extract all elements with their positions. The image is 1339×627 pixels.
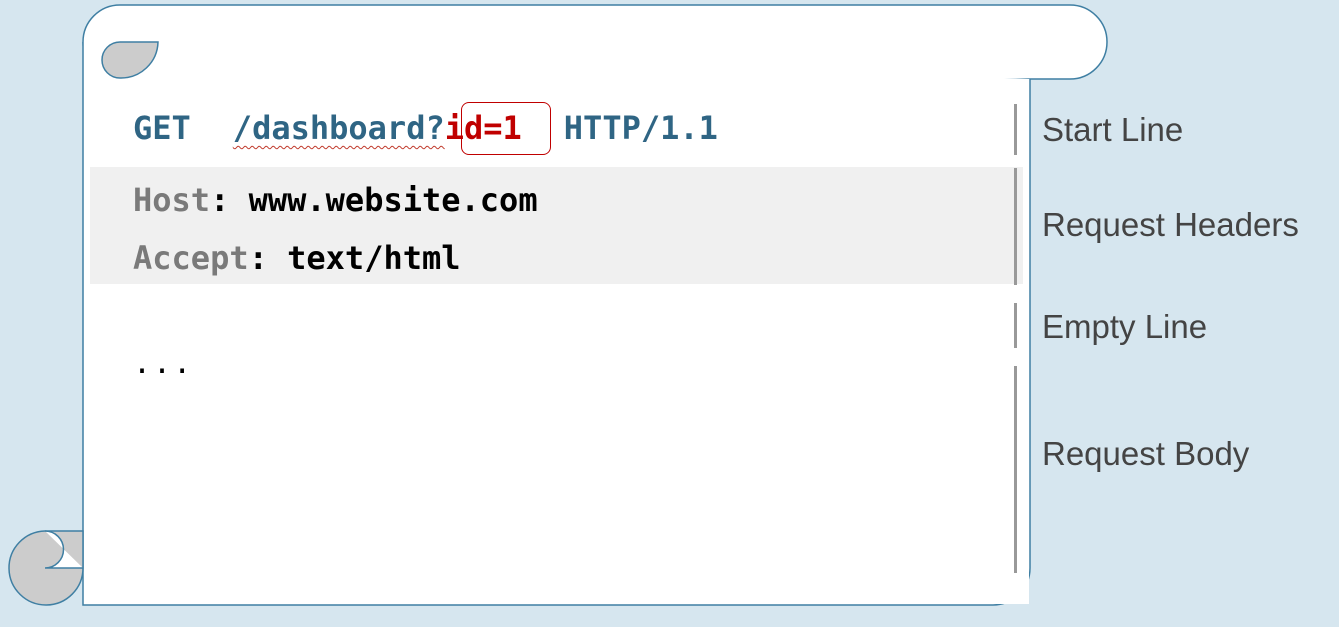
header-host: Host: www.website.com [133,181,538,219]
start-line: GET/dashboard?id=1 HTTP/1.1 [133,108,718,148]
body-bracket [1014,366,1017,573]
headers-bracket [1014,168,1017,285]
query-param-highlight-box [461,102,551,155]
label-request-body: Request Body [1042,435,1250,472]
header-value: www.website.com [248,181,538,219]
header-name: Host [133,181,211,219]
header-name: Accept [133,239,249,277]
label-request-headers: Request Headers [1042,206,1299,243]
header-accept: Accept: text/html [133,239,461,277]
label-empty-line: Empty Line [1042,308,1208,345]
empty-line-bracket [1014,303,1017,348]
request-body-content: ... [133,346,194,381]
header-value: text/html [287,239,461,277]
start-line-bracket [1014,104,1017,155]
request-path: /dashboard? [232,109,445,147]
label-start-line: Start Line [1042,111,1184,148]
http-version: HTTP/1.1 [563,109,718,147]
request-method: GET [133,109,191,147]
